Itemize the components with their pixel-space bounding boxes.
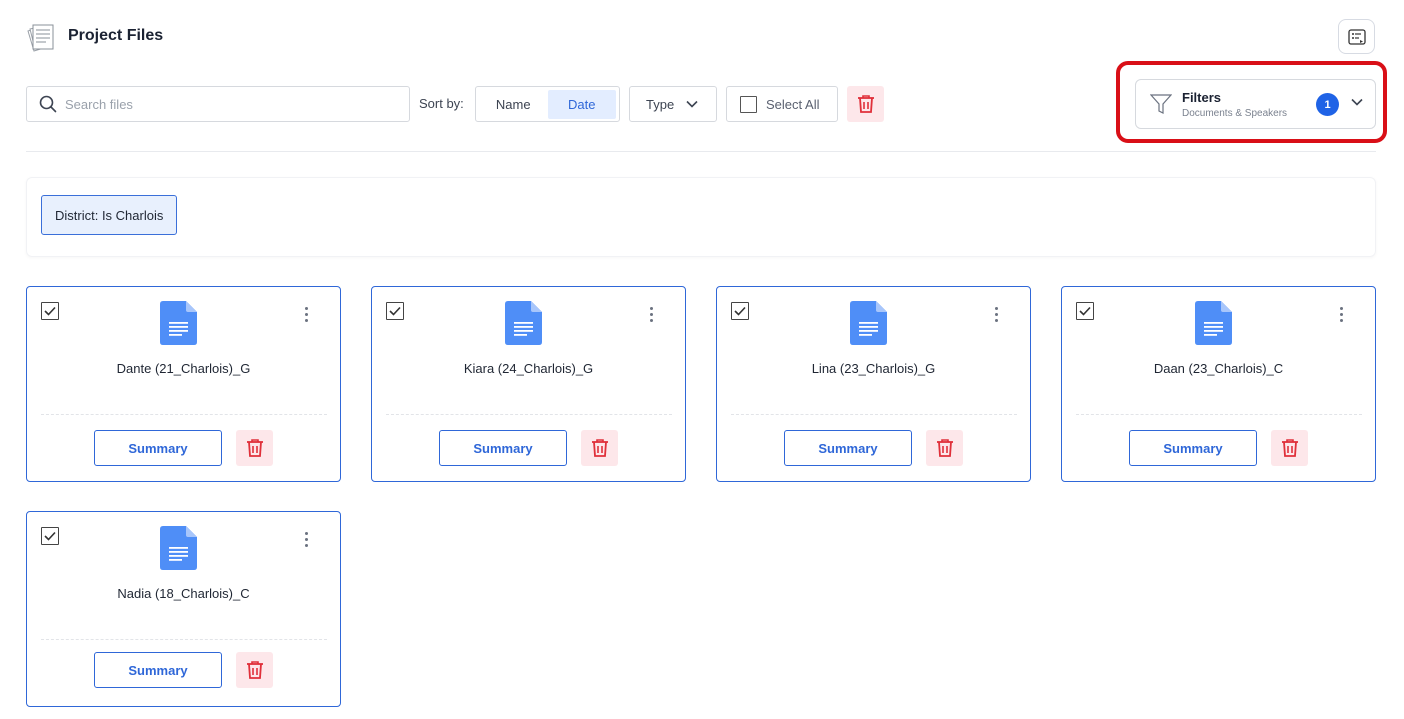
workflow-button[interactable] [1338, 19, 1375, 54]
project-files-icon [25, 22, 57, 54]
type-dropdown[interactable]: Type [629, 86, 717, 122]
chevron-down-icon [1351, 98, 1363, 106]
card-divider [41, 414, 327, 415]
toolbar-divider [26, 151, 1376, 152]
more-options-icon[interactable] [650, 307, 653, 322]
active-filters-panel: District: Is Charlois [26, 177, 1376, 257]
summary-button[interactable]: Summary [784, 430, 912, 466]
sort-toggle: Name Date [475, 86, 620, 122]
search-input[interactable] [65, 96, 385, 112]
sort-label: Sort by: [419, 96, 464, 111]
file-card[interactable]: Lina (23_Charlois)_G Summary [716, 286, 1031, 482]
search-icon [39, 95, 57, 113]
file-card[interactable]: Kiara (24_Charlois)_G Summary [371, 286, 686, 482]
document-icon [1195, 301, 1232, 350]
workflow-icon [1347, 28, 1366, 45]
delete-file-button[interactable] [926, 430, 963, 466]
file-checkbox[interactable] [731, 302, 749, 320]
trash-icon [857, 95, 874, 113]
more-options-icon[interactable] [305, 307, 308, 322]
summary-button[interactable]: Summary [439, 430, 567, 466]
document-icon [160, 526, 197, 575]
select-all-control[interactable]: Select All [726, 86, 838, 122]
trash-icon [1281, 439, 1298, 457]
file-card[interactable]: Dante (21_Charlois)_G Summary [26, 286, 341, 482]
more-options-icon[interactable] [995, 307, 998, 322]
file-name: Daan (23_Charlois)_C [1153, 361, 1284, 376]
file-checkbox[interactable] [1076, 302, 1094, 320]
filters-subtitle: Documents & Speakers [1182, 107, 1288, 119]
file-checkbox[interactable] [41, 302, 59, 320]
trash-icon [936, 439, 953, 457]
delete-file-button[interactable] [1271, 430, 1308, 466]
file-checkbox[interactable] [41, 527, 59, 545]
filter-funnel-icon [1150, 94, 1172, 114]
filters-title: Filters [1182, 89, 1222, 105]
chevron-down-icon [686, 100, 698, 108]
delete-selected-button[interactable] [847, 86, 884, 122]
delete-file-button[interactable] [581, 430, 618, 466]
type-dropdown-label: Type [646, 96, 675, 112]
file-name: Lina (23_Charlois)_G [811, 361, 936, 376]
checkmark-icon [734, 306, 746, 316]
file-name: Nadia (18_Charlois)_C [117, 586, 250, 601]
file-name: Dante (21_Charlois)_G [116, 361, 251, 376]
select-all-checkbox[interactable] [740, 95, 757, 113]
card-divider [41, 639, 327, 640]
summary-button[interactable]: Summary [1129, 430, 1257, 466]
summary-button[interactable]: Summary [94, 652, 222, 688]
filter-chip-district[interactable]: District: Is Charlois [41, 195, 178, 235]
filters-dropdown[interactable]: Filters Documents & Speakers 1 [1135, 79, 1376, 129]
more-options-icon[interactable] [305, 532, 308, 547]
document-icon [160, 301, 197, 350]
document-icon [505, 301, 542, 350]
trash-icon [591, 439, 608, 457]
select-all-label: Select All [766, 96, 820, 112]
document-icon [850, 301, 887, 350]
trash-icon [246, 661, 263, 679]
page-title: Project Files [68, 27, 164, 44]
checkmark-icon [389, 306, 401, 316]
filters-count-badge: 1 [1316, 93, 1339, 116]
card-divider [731, 414, 1017, 415]
card-divider [386, 414, 672, 415]
delete-file-button[interactable] [236, 652, 273, 688]
file-name: Kiara (24_Charlois)_G [463, 361, 594, 376]
checkmark-icon [1079, 306, 1091, 316]
sort-by-date-button[interactable]: Date [547, 89, 616, 119]
more-options-icon[interactable] [1340, 307, 1343, 322]
checkmark-icon [44, 531, 56, 541]
file-checkbox[interactable] [386, 302, 404, 320]
trash-icon [246, 439, 263, 457]
search-box [26, 86, 410, 122]
card-divider [1076, 414, 1362, 415]
checkmark-icon [44, 306, 56, 316]
file-card[interactable]: Nadia (18_Charlois)_C Summary [26, 511, 341, 707]
file-card[interactable]: Daan (23_Charlois)_C Summary [1061, 286, 1376, 482]
delete-file-button[interactable] [236, 430, 273, 466]
summary-button[interactable]: Summary [94, 430, 222, 466]
sort-by-name-button[interactable]: Name [479, 90, 548, 119]
